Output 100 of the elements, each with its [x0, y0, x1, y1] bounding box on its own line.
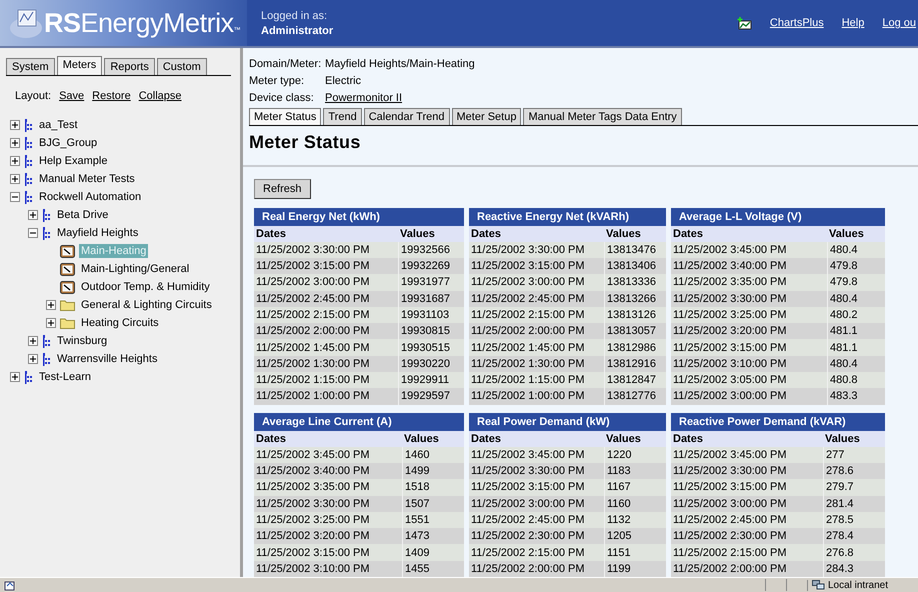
user-name: Administrator [261, 24, 334, 36]
expand-icon[interactable] [28, 210, 38, 220]
table-cell-text: 11/25/2002 2:45:00 PM [470, 512, 586, 528]
column-header: Values [824, 432, 861, 447]
table-cell-text: 11/25/2002 3:45:00 PM [672, 448, 788, 463]
table-title: Reactive Power Demand (kVAR) [671, 412, 885, 431]
table-cell-text: 11/25/2002 3:20:00 PM [672, 324, 788, 340]
expand-icon[interactable] [46, 318, 56, 328]
folder-icon [60, 299, 75, 311]
table-cell-text: 11/25/2002 3:00:00 PM [672, 389, 788, 404]
table-cell: 19929597 [398, 388, 464, 405]
tree-item[interactable]: Main-Lighting/General [79, 262, 192, 276]
hierarchy-icon [24, 154, 33, 168]
table-title: Average L-L Voltage (V) [671, 208, 885, 226]
page-tab[interactable]: Trend [323, 108, 362, 125]
expand-icon[interactable] [28, 336, 38, 346]
sidebar-tab[interactable]: Custom [156, 58, 207, 75]
header-link[interactable]: ChartsPlus [770, 17, 824, 29]
table-cell-text: 11/25/2002 3:30:00 PM [672, 292, 788, 307]
table-cell-text: 11/25/2002 3:10:00 PM [672, 356, 788, 372]
hierarchy-icon [24, 190, 33, 204]
page-tab[interactable]: Meter Setup [452, 108, 522, 125]
tree-item[interactable]: Twinsburg [55, 334, 110, 348]
page-tab[interactable]: Calendar Trend [364, 108, 450, 125]
table-cell-text: 11/25/2002 3:05:00 PM [672, 373, 788, 388]
tree-item[interactable]: Heating Circuits [79, 316, 161, 330]
sidebar-tab[interactable]: Reports [104, 58, 155, 75]
expand-icon[interactable] [10, 156, 20, 166]
table-cell-text: 11/25/2002 3:25:00 PM [672, 308, 788, 323]
table-cell-text: 11/25/2002 2:00:00 PM [470, 324, 586, 340]
collapse-icon[interactable] [28, 228, 38, 238]
hierarchy-icon [42, 334, 51, 348]
tree-item[interactable]: aa_Test [37, 118, 80, 132]
table-cell-text: 11/25/2002 2:00:00 PM [255, 324, 371, 340]
table-cell-text: 11/25/2002 3:15:00 PM [672, 340, 788, 356]
column-header: Values [403, 432, 440, 447]
table-cell-text: 11/25/2002 3:30:00 PM [470, 242, 586, 258]
sidebar-tab[interactable]: System [6, 58, 55, 75]
tree-item[interactable]: BJG_Group [37, 136, 100, 150]
table-cell-text: 11/25/2002 3:00:00 PM [255, 275, 371, 290]
column-header: Dates [470, 432, 502, 447]
table-cell-text: 11/25/2002 2:30:00 PM [470, 529, 586, 544]
chart-icon [736, 16, 752, 30]
expand-icon[interactable] [10, 372, 20, 382]
login-label: Logged in as: [261, 10, 328, 22]
expand-icon[interactable] [10, 120, 20, 130]
expand-icon[interactable] [46, 300, 56, 310]
table-cell-text: 11/25/2002 3:45:00 PM [470, 448, 586, 463]
table-cell-text: 11/25/2002 3:35:00 PM [672, 275, 788, 290]
info-label: Device class: [249, 92, 315, 104]
tree-item[interactable]: Help Example [37, 154, 110, 168]
expand-icon[interactable] [10, 138, 20, 148]
tree-item[interactable]: Test-Learn [37, 370, 93, 384]
hierarchy-icon [24, 172, 33, 186]
table-cell-text: 11/25/2002 3:45:00 PM [672, 242, 788, 258]
column-header: Values [399, 226, 436, 242]
tree-item[interactable]: Mayfield Heights [55, 226, 140, 240]
table-cell-text: 11/25/2002 2:45:00 PM [470, 292, 586, 307]
column-header: Dates [255, 226, 287, 242]
layout-link[interactable]: Restore [92, 90, 131, 102]
header-link[interactable]: Log ou [882, 17, 916, 29]
info-label: Domain/Meter: [249, 58, 322, 70]
tree-item[interactable]: Manual Meter Tests [37, 172, 137, 186]
table-cell-text: 11/25/2002 3:30:00 PM [255, 496, 371, 512]
table-cell-text: 11/25/2002 3:45:00 PM [255, 448, 371, 463]
table-cell-text: 11/25/2002 3:15:00 PM [255, 546, 371, 561]
network-icon [812, 580, 825, 590]
table-cell-text: 11/25/2002 2:15:00 PM [470, 546, 586, 561]
tree-item[interactable]: Beta Drive [55, 208, 110, 222]
gauge-icon [60, 280, 75, 294]
tree-item[interactable]: Outdoor Temp. & Humidity [79, 280, 212, 294]
collapse-icon[interactable] [10, 192, 20, 202]
info-link[interactable]: Powermonitor II [325, 92, 402, 104]
column-header: Values [828, 226, 865, 242]
app-logo: RSEnergyMetrix [44, 8, 234, 38]
expand-icon[interactable] [28, 354, 38, 364]
layout-link[interactable]: Collapse [138, 90, 182, 102]
table-cell-text: 11/25/2002 3:20:00 PM [255, 529, 371, 544]
table-cell-text: 11/25/2002 3:30:00 PM [470, 464, 586, 480]
page-title: Meter Status [249, 132, 362, 153]
table-cell: 13812776 [604, 388, 666, 405]
page-tab[interactable]: Meter Status [249, 108, 322, 125]
table-cell-text: 11/25/2002 3:15:00 PM [470, 259, 586, 274]
tree-item[interactable]: Rockwell Automation [37, 190, 144, 204]
table-cell-text: 11/25/2002 1:15:00 PM [470, 373, 586, 388]
tree-item[interactable]: General & Lighting Circuits [79, 298, 214, 312]
expand-icon[interactable] [10, 174, 20, 184]
layout-link[interactable]: Save [59, 90, 84, 102]
header-link[interactable]: Help [842, 17, 864, 29]
page-tab[interactable]: Manual Meter Tags Data Entry [523, 108, 682, 125]
tree-item[interactable]: Warrensville Heights [55, 352, 160, 366]
table-cell-text: 11/25/2002 3:15:00 PM [672, 480, 788, 496]
table-cell-text: 11/25/2002 2:30:00 PM [672, 529, 788, 544]
table-cell-text: 11/25/2002 1:45:00 PM [255, 340, 371, 356]
table-title: Real Power Demand (kW) [469, 412, 666, 431]
table-cell-text: 11/25/2002 3:00:00 PM [470, 275, 586, 290]
info-value: Electric [325, 75, 362, 88]
column-header: Values [605, 226, 642, 242]
sidebar-tab[interactable]: Meters [56, 56, 102, 75]
refresh-button[interactable]: Refresh [254, 178, 311, 199]
